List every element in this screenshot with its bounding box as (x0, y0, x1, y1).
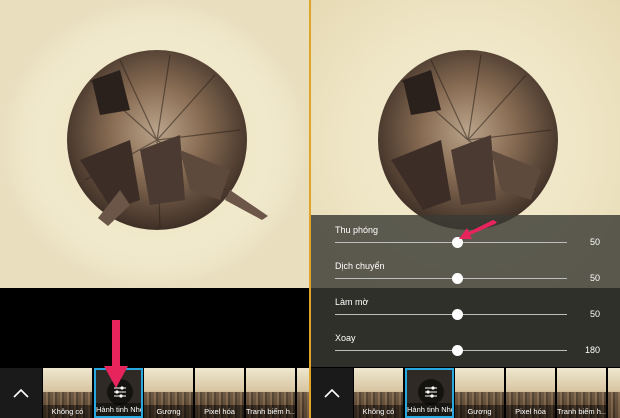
filter-label: Không có (43, 405, 92, 418)
filter-thumb-mirror[interactable]: Gương (455, 368, 504, 418)
thumb-image (297, 392, 309, 418)
filter-thumb-pixelate[interactable]: Pixel hóa (195, 368, 244, 418)
slider-knob-blur[interactable] (452, 309, 463, 320)
slider-value-blur: 50 (589, 309, 600, 319)
slider-knob-rotate[interactable] (452, 345, 463, 356)
slider-value-rotate: 180 (584, 345, 600, 355)
slider-value-shift: 50 (589, 273, 600, 283)
filter-thumb-cartoon[interactable]: Tranh biếm h... (246, 368, 295, 418)
filter-label: Tranh biếm h... (557, 405, 606, 418)
left-screen: Không có Hành tinh Nhỏ Gương Pixel hóa T… (0, 0, 309, 418)
filter-label: Hành tinh Nhỏ (407, 403, 452, 416)
tiny-planet-photo (0, 0, 309, 288)
arrow-icon (459, 220, 497, 239)
slider-shift[interactable] (335, 278, 567, 279)
slider-label-rotate: Xoay (335, 333, 356, 343)
tiny-planet-image (0, 0, 309, 288)
slider-value-zoom: 50 (589, 237, 600, 247)
collapse-button[interactable] (311, 368, 353, 418)
slider-zoom[interactable] (335, 242, 567, 243)
filter-thumb-pixelate[interactable]: Pixel hóa (506, 368, 555, 418)
slider-knob-shift[interactable] (452, 273, 463, 284)
filter-strip: Không có Hành tinh Nhỏ Gương Pixel hóa T… (311, 368, 620, 418)
chevron-up-icon (13, 388, 29, 398)
adjustment-panel: Thu phóng 50 Dịch chuyển 50 Làm mờ 50 Xo… (311, 215, 620, 367)
filter-thumb-partial[interactable] (608, 368, 620, 418)
filter-thumb-cartoon[interactable]: Tranh biếm h... (557, 368, 606, 418)
collapse-button[interactable] (0, 368, 42, 418)
slider-blur[interactable] (335, 314, 567, 315)
filter-thumb-tiny-planet[interactable]: Hành tinh Nhỏ (405, 368, 454, 418)
arrow-icon (104, 320, 128, 388)
filter-thumb-none[interactable]: Không có (43, 368, 92, 418)
filter-thumb-none[interactable]: Không có (354, 368, 403, 418)
slider-label-blur: Làm mờ (335, 297, 369, 307)
sliders-icon[interactable] (418, 379, 444, 405)
filter-label: Gương (455, 405, 504, 418)
thumb-image (608, 392, 620, 418)
filter-thumb-mirror[interactable]: Gương (144, 368, 193, 418)
filter-label: Pixel hóa (506, 405, 555, 418)
filter-label: Gương (144, 405, 193, 418)
chevron-up-icon (324, 388, 340, 398)
filter-strip: Không có Hành tinh Nhỏ Gương Pixel hóa T… (0, 368, 309, 418)
slider-rotate[interactable] (335, 350, 567, 351)
filter-thumb-partial[interactable] (297, 368, 309, 418)
slider-label-zoom: Thu phóng (335, 225, 379, 235)
right-screen: Thu phóng 50 Dịch chuyển 50 Làm mờ 50 Xo… (311, 0, 620, 418)
slider-label-shift: Dịch chuyển (335, 261, 385, 271)
filter-label: Tranh biếm h... (246, 405, 295, 418)
sliders-icon-glyph (425, 386, 437, 398)
filter-label: Không có (354, 405, 403, 418)
filter-label: Pixel hóa (195, 405, 244, 418)
filter-label: Hành tinh Nhỏ (96, 403, 141, 416)
